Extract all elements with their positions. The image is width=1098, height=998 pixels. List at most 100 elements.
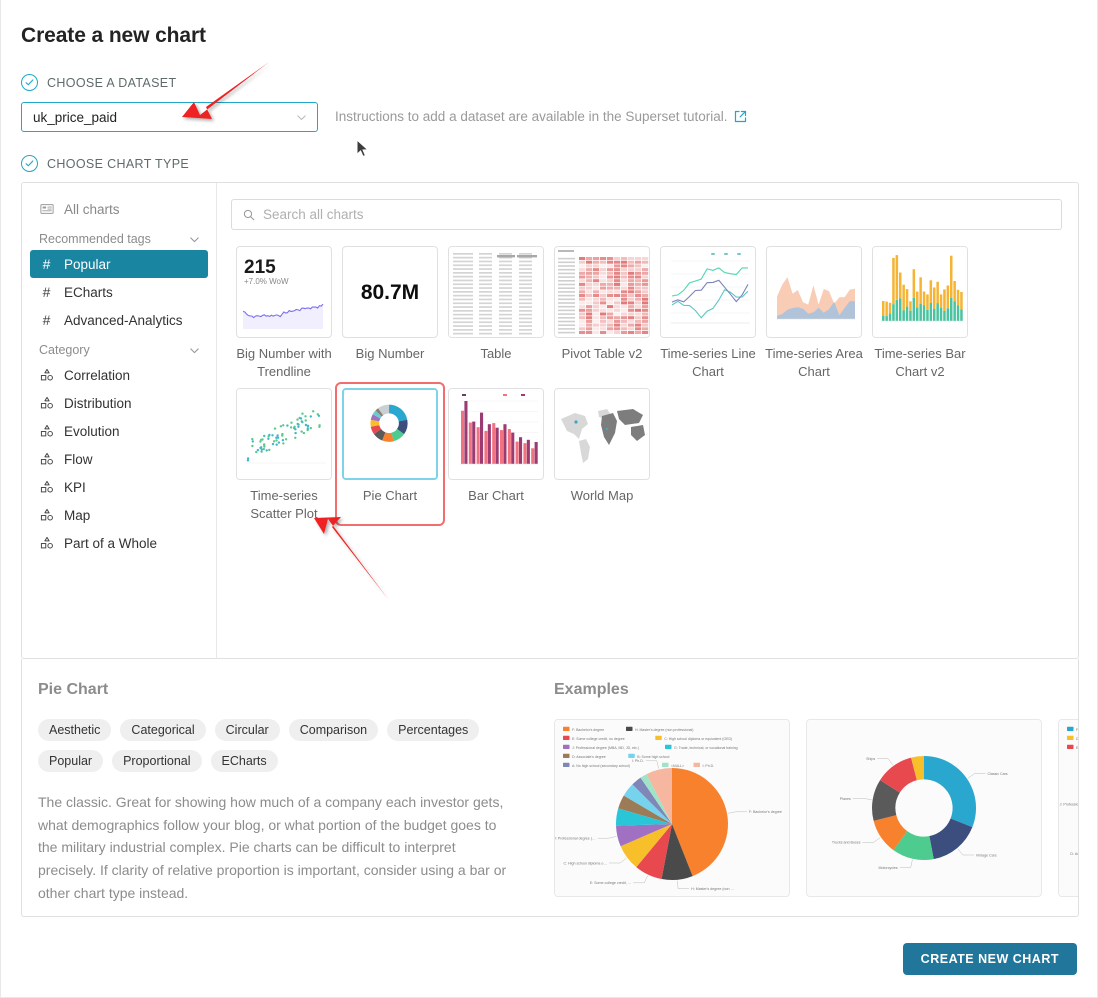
svg-text:Trucks and Buses: Trucks and Buses	[832, 841, 861, 845]
svg-text:H: Master's degree (non profes: H: Master's degree (non professional)	[635, 728, 693, 732]
sidebar-item-advanced-analytics[interactable]: #Advanced-Analytics	[30, 306, 208, 334]
chart-card-table[interactable]: Table	[443, 246, 549, 382]
svg-text:Planes: Planes	[840, 797, 851, 801]
sidebar-item-map[interactable]: Map	[30, 501, 208, 529]
chart-card-time-series-line-chart[interactable]: Time-series Line Chart	[655, 246, 761, 382]
svg-text:J: Professional degree (MBA, M: J: Professional degree (MBA, MD, JD, etc…	[572, 746, 639, 750]
sidebar-item-label: KPI	[64, 480, 86, 495]
example-card-2[interactable]: Classic CarsVintage CarsMotorcyclesTruck…	[806, 719, 1042, 897]
sidebar-item-evolution[interactable]: Evolution	[30, 417, 208, 445]
examples-list: F: Bachelor's degree H: Master's degree (…	[554, 719, 1078, 897]
sidebar-item-part-of-a-whole[interactable]: Part of a Whole	[30, 529, 208, 557]
svg-text:B: Some high school: B: Some high school	[637, 755, 669, 759]
chart-type-main: Search all charts 215+7.0% WoWBig Number…	[217, 183, 1078, 658]
chart-card-label: Bar Chart	[443, 487, 549, 505]
chart-thumbnail-world-map	[554, 388, 650, 480]
category-icon	[39, 480, 54, 494]
chart-tag-aesthetic[interactable]: Aesthetic	[38, 719, 111, 741]
sidebar-item-label: ECharts	[64, 285, 113, 300]
external-link-icon[interactable]	[734, 110, 747, 123]
chart-thumbnail-table	[448, 246, 544, 338]
chevron-down-icon[interactable]	[189, 234, 200, 245]
sidebar-item-popular[interactable]: # Popular	[30, 250, 208, 278]
sidebar-item-kpi[interactable]: KPI	[30, 473, 208, 501]
sidebar-group-category[interactable]: Category	[39, 343, 200, 357]
chart-card-label: Pie Chart	[337, 487, 443, 505]
chart-card-big-number-with-trendline[interactable]: 215+7.0% WoWBig Number with Trendline	[231, 246, 337, 382]
chart-thumbnail-scatter-plot	[236, 388, 332, 480]
check-circle-icon	[21, 74, 38, 91]
sidebar-item-label: Evolution	[64, 424, 120, 439]
chart-tag-comparison[interactable]: Comparison	[289, 719, 378, 741]
chevron-down-icon[interactable]	[189, 345, 200, 356]
sidebar-item-echarts[interactable]: #ECharts	[30, 278, 208, 306]
step-choose-dataset: CHOOSE A DATASET	[21, 74, 176, 91]
chart-tag-proportional[interactable]: Proportional	[112, 750, 201, 772]
dataset-instructions-hint: Instructions to add a dataset are availa…	[335, 109, 747, 124]
svg-text:G: Trade, technical, or vocati: G: Trade, technical, or vocational train…	[674, 746, 738, 750]
chart-card-pivot-table-v2[interactable]: Pivot Table v2	[549, 246, 655, 382]
chart-card-bar-chart[interactable]: Bar Chart	[443, 388, 549, 524]
sidebar-item-label: Popular	[64, 257, 111, 272]
sidebar-group-label: Recommended tags	[39, 232, 151, 246]
svg-text:C: High school diploma or equi: C: High school diploma or equivalent (GE…	[664, 737, 732, 741]
chart-card-label: Time-series Bar Chart v2	[867, 345, 973, 382]
example-card-1[interactable]: F: Bachelor's degree H: Master's degree (…	[554, 719, 790, 897]
sidebar-item-label: Advanced-Analytics	[64, 313, 183, 328]
chart-card-label: Time-series Line Chart	[655, 345, 761, 382]
svg-text:+7.0% WoW: +7.0% WoW	[244, 277, 289, 286]
svg-text:J: Professional degree (…: J: Professional degree (…	[1060, 802, 1078, 806]
svg-text:F: Bachelor's degree: F: Bachelor's degree	[749, 810, 782, 814]
chart-card-pie-chart[interactable]: Pie Chart	[337, 384, 443, 524]
step-choose-chart-type-label: CHOOSE CHART TYPE	[47, 157, 189, 171]
svg-text:Ships: Ships	[866, 757, 875, 761]
chevron-down-icon[interactable]	[296, 112, 307, 123]
svg-text:J: Professional degree (…: J: Professional degree (…	[555, 837, 596, 841]
chart-thumbnail-pie-chart	[342, 388, 438, 480]
search-all-charts-box[interactable]: Search all charts	[231, 199, 1062, 230]
svg-text:H: Master's degree (non …: H: Master's degree (non …	[691, 887, 734, 891]
sidebar-item-flow[interactable]: Flow	[30, 445, 208, 473]
sidebar-item-distribution[interactable]: Distribution	[30, 389, 208, 417]
chart-card-label: Big Number	[337, 345, 443, 363]
svg-text:E: Some college credit, …: E: Some college credit, …	[590, 881, 632, 885]
chart-tag-echarts[interactable]: ECharts	[211, 750, 278, 772]
chart-tag-categorical[interactable]: Categorical	[120, 719, 205, 741]
svg-text:A: No high school (secondary s: A: No high school (secondary school)	[572, 764, 630, 768]
chart-card-time-series-scatter-plot[interactable]: Time-series Scatter Plot	[231, 388, 337, 524]
chart-card-time-series-bar-chart-v2[interactable]: Time-series Bar Chart v2	[867, 246, 973, 382]
chart-card-label: Time-series Area Chart	[761, 345, 867, 382]
chart-thumbnail-bar-chart	[448, 388, 544, 480]
category-icon	[39, 368, 54, 382]
sidebar-group-recommended-tags[interactable]: Recommended tags	[39, 232, 200, 246]
dataset-select[interactable]: uk_price_paid	[21, 102, 318, 132]
category-icon	[39, 536, 54, 550]
chart-thumbnail-big-number: 80.7M	[342, 246, 438, 338]
example-card-3[interactable]: F: Bachelor's degreeC: High school diplo…	[1058, 719, 1078, 897]
search-input[interactable]: Search all charts	[263, 207, 364, 222]
svg-text:I: Ph.D.: I: Ph.D.	[703, 764, 715, 768]
sidebar-item-all-charts[interactable]: All charts	[30, 195, 208, 223]
sidebar-item-label: Flow	[64, 452, 93, 467]
chart-tag-popular[interactable]: Popular	[38, 750, 103, 772]
chart-card-time-series-area-chart[interactable]: Time-series Area Chart	[761, 246, 867, 382]
sidebar-item-correlation[interactable]: Correlation	[30, 361, 208, 389]
chart-examples-section: Examples F: Bachelor's degree H: Master's…	[542, 681, 1078, 916]
examples-title: Examples	[554, 681, 1078, 699]
chart-thumbnail-bar-chart-stacked	[872, 246, 968, 338]
chart-card-label: Big Number with Trendline	[231, 345, 337, 382]
create-new-chart-button[interactable]: CREATE NEW CHART	[903, 943, 1077, 975]
all-charts-icon	[39, 202, 54, 216]
hash-icon: #	[39, 257, 54, 271]
category-icon	[39, 424, 54, 438]
chart-tag-percentages[interactable]: Percentages	[387, 719, 479, 741]
chart-tag-circular[interactable]: Circular	[215, 719, 280, 741]
svg-text:F: Bachelor's degree: F: Bachelor's degree	[1076, 728, 1078, 732]
chart-card-label: Pivot Table v2	[549, 345, 655, 363]
chart-card-big-number[interactable]: 80.7M Big Number	[337, 246, 443, 382]
chart-type-panel: All charts Recommended tags # Popular #EChar…	[21, 182, 1079, 659]
step-choose-dataset-label: CHOOSE A DATASET	[47, 76, 176, 90]
mouse-cursor	[356, 139, 370, 159]
chart-card-world-map[interactable]: World Map	[549, 388, 655, 524]
svg-text:Classic Cars: Classic Cars	[987, 772, 1007, 776]
